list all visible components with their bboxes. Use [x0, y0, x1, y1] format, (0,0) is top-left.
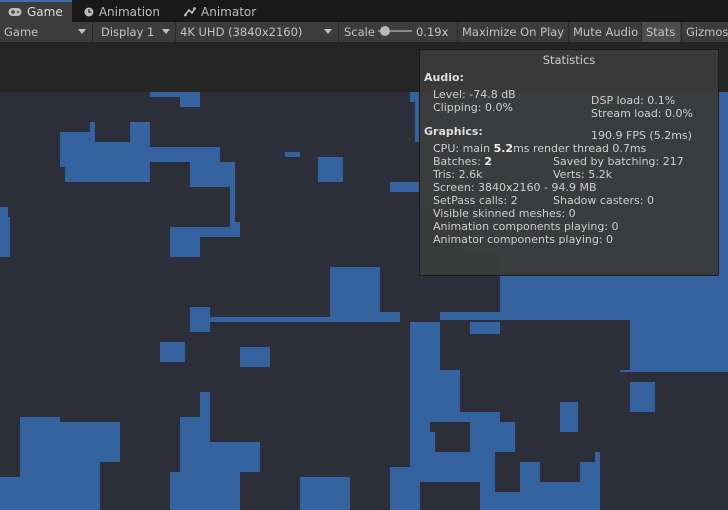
animator-components: Animator components playing: 0 — [433, 233, 614, 246]
game-view-toolbar: Game Display 1 4K UHD (3840x2160) Scale … — [0, 22, 728, 43]
batches-value: 2 — [484, 155, 492, 168]
gamepad-icon — [8, 8, 22, 16]
statistics-panel: Statistics Audio: Level: -74.8 dB Clippi… — [419, 49, 719, 276]
gizmos-dropdown[interactable]: Gizmos — [681, 22, 728, 42]
resolution-dropdown-value: 4K UHD (3840x2160) — [180, 25, 303, 39]
scale-value: 0.19x — [416, 25, 449, 39]
stats-toggle[interactable]: Stats — [641, 22, 680, 42]
display-dropdown-value: Display 1 — [101, 25, 155, 39]
chevron-down-icon — [78, 29, 86, 34]
cpu-prefix: CPU: main — [433, 142, 494, 155]
mute-audio-toggle[interactable]: Mute Audio — [568, 22, 640, 42]
fps-readout: 190.9 FPS (5.2ms) — [591, 129, 692, 142]
tab-label: Game — [27, 5, 63, 19]
clock-icon — [84, 7, 94, 17]
animation-components: Animation components playing: 0 — [433, 220, 619, 233]
chevron-down-icon — [162, 29, 170, 34]
tab-game[interactable]: Game — [0, 0, 72, 22]
saved-by-batching: Saved by batching: 217 — [553, 155, 684, 168]
editor-tab-strip: Game Animation Animator — [0, 0, 728, 22]
batches: Batches: 2 — [433, 155, 492, 168]
batches-prefix: Batches: — [433, 155, 485, 168]
tab-animator[interactable]: Animator — [176, 2, 266, 22]
stream-load: Stream load: 0.0% — [591, 107, 693, 120]
cpu-main-value: 5.2 — [493, 142, 514, 155]
audio-clipping: Clipping: 0.0% — [433, 101, 513, 114]
audio-level: Level: -74.8 dB — [433, 88, 516, 101]
maximize-on-play-toggle[interactable]: Maximize On Play — [457, 22, 567, 42]
audio-header: Audio: — [424, 71, 464, 84]
stats-title: Statistics — [542, 53, 596, 67]
chevron-down-icon — [324, 29, 332, 34]
verts-count: Verts: 5.2k — [553, 168, 613, 181]
setpass-calls: SetPass calls: 2 — [433, 194, 518, 207]
scale-label: Scale — [338, 22, 378, 42]
tris-count: Tris: 2.6k — [433, 168, 483, 181]
screen-info: Screen: 3840x2160 - 94.9 MB — [433, 181, 597, 194]
tab-label: Animation — [98, 5, 160, 19]
resolution-dropdown[interactable]: 4K UHD (3840x2160) — [175, 22, 336, 42]
dsp-load: DSP load: 0.1% — [591, 94, 676, 107]
tab-label: Animator — [201, 5, 257, 19]
mode-dropdown[interactable]: Game — [0, 22, 90, 42]
cpu-timing: CPU: main 5.2ms render thread 0.7ms — [433, 142, 646, 155]
animator-icon — [184, 7, 196, 17]
scale-slider-handle[interactable] — [380, 26, 390, 36]
cpu-suffix: ms render thread 0.7ms — [513, 142, 647, 155]
graphics-header: Graphics: — [424, 125, 483, 138]
tab-animation[interactable]: Animation — [76, 2, 168, 22]
shadow-casters: Shadow casters: 0 — [553, 194, 654, 207]
display-dropdown[interactable]: Display 1 — [92, 22, 174, 42]
skinned-meshes: Visible skinned meshes: 0 — [433, 207, 576, 220]
mode-dropdown-value: Game — [4, 25, 39, 39]
